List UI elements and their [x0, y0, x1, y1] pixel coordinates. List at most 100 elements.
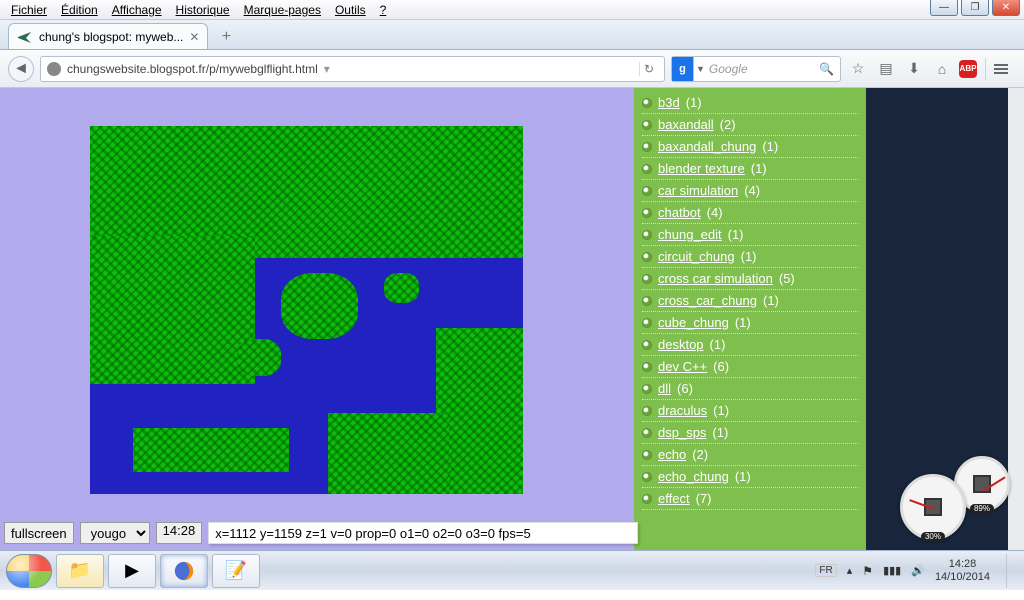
category-item[interactable]: baxandall (2) — [642, 114, 858, 136]
category-count: (1) — [762, 139, 778, 154]
category-link[interactable]: effect — [658, 491, 690, 506]
category-item[interactable]: car simulation (4) — [642, 180, 858, 202]
category-link[interactable]: cross car simulation — [658, 271, 773, 286]
show-desktop-button[interactable] — [1006, 554, 1016, 588]
category-link[interactable]: baxandall_chung — [658, 139, 756, 154]
tab-active[interactable]: chung's blogspot: myweb... ✕ — [8, 23, 208, 49]
downloads-icon[interactable]: ⬇ — [903, 60, 925, 77]
dropdown-icon[interactable]: ▾ — [324, 62, 330, 76]
new-tab-button[interactable]: + — [214, 25, 238, 49]
menu-burger-icon[interactable] — [994, 64, 1016, 74]
category-link[interactable]: cube_chung — [658, 315, 729, 330]
category-item[interactable]: chatbot (4) — [642, 202, 858, 224]
bullet-icon — [642, 318, 652, 328]
category-count: (4) — [744, 183, 760, 198]
search-icon[interactable]: 🔍 — [819, 62, 834, 76]
category-link[interactable]: b3d — [658, 95, 680, 110]
url-text: chungswebsite.blogspot.fr/p/mywebglfligh… — [67, 62, 318, 76]
bullet-icon — [642, 450, 652, 460]
app-controls: fullscreen yougo 14:28 x=1112 y=1159 z=1… — [4, 522, 638, 544]
taskbar-firefox-button[interactable] — [160, 554, 208, 588]
url-bar[interactable]: chungswebsite.blogspot.fr/p/mywebglfligh… — [40, 56, 665, 82]
category-link[interactable]: chatbot — [658, 205, 701, 220]
category-item[interactable]: draculus (1) — [642, 400, 858, 422]
reading-list-icon[interactable]: ▤ — [875, 60, 897, 77]
language-indicator[interactable]: FR — [815, 564, 836, 577]
category-item[interactable]: echo_chung (1) — [642, 466, 858, 488]
abp-icon[interactable]: ABP — [959, 60, 977, 78]
home-icon[interactable]: ⌂ — [931, 61, 953, 77]
category-item[interactable]: baxandall_chung (1) — [642, 136, 858, 158]
category-link[interactable]: chung_edit — [658, 227, 722, 242]
category-item[interactable]: dev C++ (6) — [642, 356, 858, 378]
category-count: (1) — [735, 315, 751, 330]
tray-network-icon[interactable]: ▮▮▮ — [883, 564, 901, 577]
menu-tools[interactable]: Outils — [328, 2, 373, 18]
tray-volume-icon[interactable]: 🔊 — [911, 564, 925, 577]
category-link[interactable]: dll — [658, 381, 671, 396]
webgl-canvas[interactable] — [90, 126, 523, 494]
category-item[interactable]: chung_edit (1) — [642, 224, 858, 246]
category-count: (1) — [735, 469, 751, 484]
close-button[interactable]: ✕ — [992, 0, 1020, 16]
taskbar: 📁 ▶ 📝 FR ▴ ⚑ ▮▮▮ 🔊 14:28 14/10/2014 — [0, 550, 1024, 590]
bullet-icon — [642, 186, 652, 196]
category-item[interactable]: cross_car_chung (1) — [642, 290, 858, 312]
category-link[interactable]: car simulation — [658, 183, 738, 198]
menu-file[interactable]: Fichier — [4, 2, 54, 18]
search-placeholder: Google — [709, 62, 748, 76]
category-item[interactable]: dll (6) — [642, 378, 858, 400]
category-item[interactable]: b3d (1) — [642, 92, 858, 114]
bullet-icon — [642, 98, 652, 108]
mode-select[interactable]: yougo — [80, 522, 150, 544]
category-item[interactable]: effect (7) — [642, 488, 858, 510]
bookmark-star-icon[interactable]: ☆ — [847, 60, 869, 77]
category-item[interactable]: circuit_chung (1) — [642, 246, 858, 268]
content-scrollbar[interactable] — [1008, 88, 1024, 550]
category-count: (6) — [677, 381, 693, 396]
category-link[interactable]: desktop — [658, 337, 704, 352]
cpu-gauge-gadget[interactable]: 30% — [900, 474, 966, 540]
search-box[interactable]: g ▼ Google 🔍 — [671, 56, 841, 82]
category-link[interactable]: echo — [658, 447, 686, 462]
category-link[interactable]: draculus — [658, 403, 707, 418]
start-button[interactable] — [6, 554, 52, 588]
minimize-button[interactable]: — — [930, 0, 958, 16]
menu-view[interactable]: Affichage — [105, 2, 169, 18]
menu-help[interactable]: ? — [373, 2, 394, 18]
category-link[interactable]: dev C++ — [658, 359, 707, 374]
category-item[interactable]: dsp_sps (1) — [642, 422, 858, 444]
category-link[interactable]: dsp_sps — [658, 425, 706, 440]
taskbar-media-button[interactable]: ▶ — [108, 554, 156, 588]
tray-clock[interactable]: 14:28 14/10/2014 — [935, 558, 990, 582]
category-item[interactable]: cross car simulation (5) — [642, 268, 858, 290]
bullet-icon — [642, 362, 652, 372]
tray-chevron-icon[interactable]: ▴ — [847, 564, 853, 577]
category-item[interactable]: echo (2) — [642, 444, 858, 466]
category-list: b3d (1)baxandall (2)baxandall_chung (1)b… — [634, 88, 866, 550]
tray-flag-icon[interactable]: ⚑ — [862, 564, 873, 578]
maximize-button[interactable]: ❐ — [961, 0, 989, 16]
category-link[interactable]: blender texture — [658, 161, 745, 176]
back-button[interactable]: ◄ — [8, 56, 34, 82]
reload-button[interactable]: ↻ — [639, 62, 658, 76]
chevron-down-icon[interactable]: ▼ — [696, 64, 705, 74]
taskbar-explorer-button[interactable]: 📁 — [56, 554, 104, 588]
menu-edit[interactable]: Édition — [54, 2, 105, 18]
menu-bookmarks[interactable]: Marque-pages — [237, 2, 328, 18]
tab-title: chung's blogspot: myweb... — [39, 30, 183, 44]
taskbar-notepad-button[interactable]: 📝 — [212, 554, 260, 588]
category-item[interactable]: desktop (1) — [642, 334, 858, 356]
search-engine-icon[interactable]: g — [672, 57, 694, 81]
category-link[interactable]: baxandall — [658, 117, 714, 132]
category-item[interactable]: cube_chung (1) — [642, 312, 858, 334]
system-tray: FR ▴ ⚑ ▮▮▮ 🔊 14:28 14/10/2014 — [815, 554, 1018, 588]
category-link[interactable]: cross_car_chung — [658, 293, 757, 308]
category-link[interactable]: echo_chung — [658, 469, 729, 484]
fullscreen-button[interactable]: fullscreen — [4, 522, 74, 544]
tab-close-icon[interactable]: ✕ — [189, 30, 199, 44]
menu-history[interactable]: Historique — [169, 2, 237, 18]
page-content: b3d (1)baxandall (2)baxandall_chung (1)b… — [0, 88, 1024, 550]
category-link[interactable]: circuit_chung — [658, 249, 735, 264]
category-item[interactable]: blender texture (1) — [642, 158, 858, 180]
